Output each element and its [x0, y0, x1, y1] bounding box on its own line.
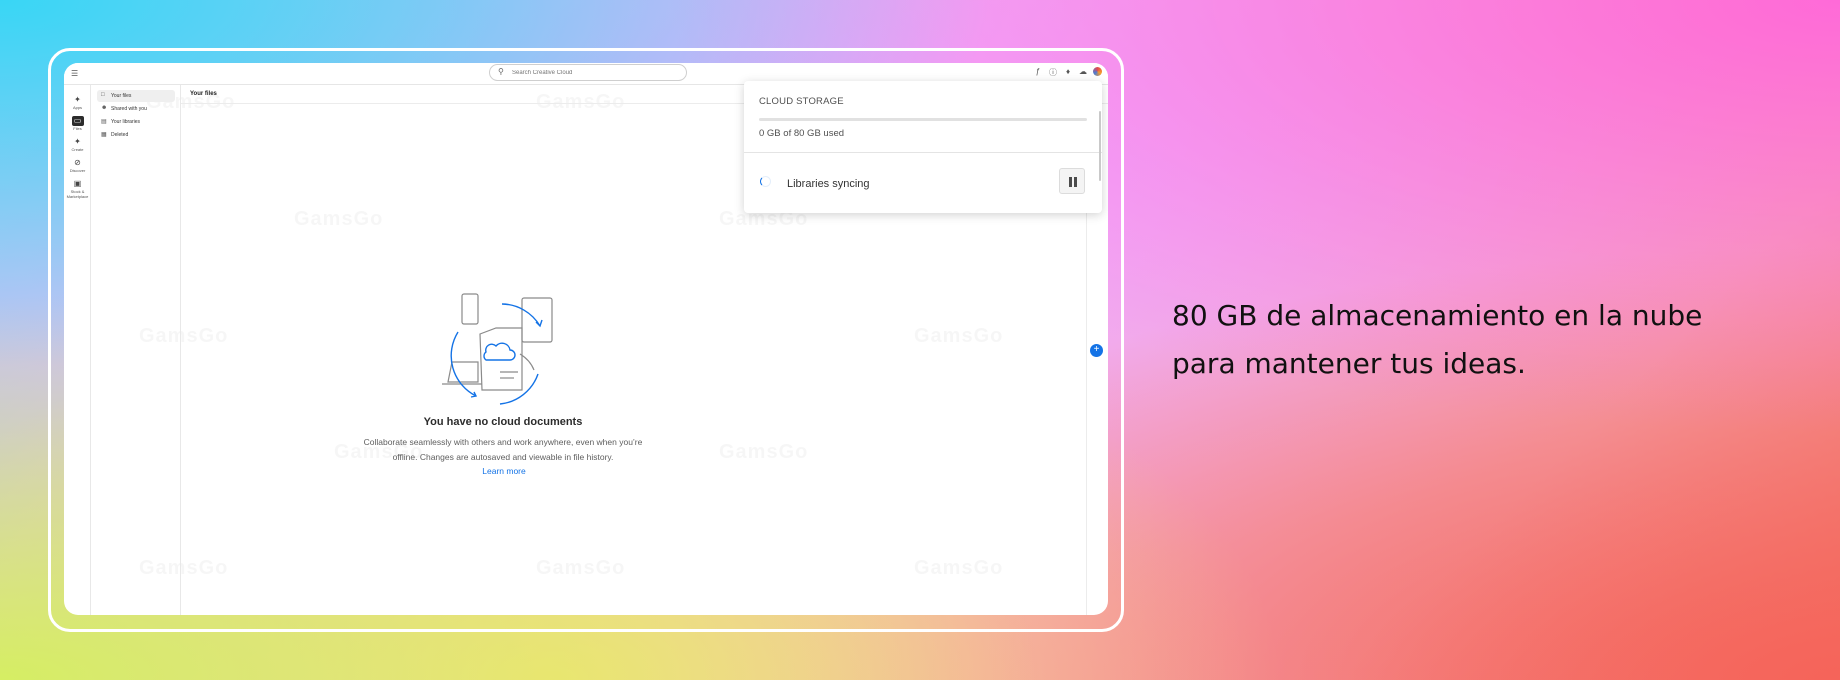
bell-icon[interactable]: ♦: [1063, 67, 1073, 78]
cloud-storage-title: CLOUD STORAGE: [759, 96, 844, 107]
stock-icon: ▣: [73, 179, 82, 188]
empty-state-description: Collaborate seamlessly with others and w…: [312, 435, 694, 465]
nav-item-deleted[interactable]: ▦ Deleted: [97, 129, 175, 141]
empty-state-title: You have no cloud documents: [423, 416, 583, 428]
search-icon: ⚲: [498, 67, 504, 76]
app-window: GamsGo GamsGo GamsGo GamsGo GamsGo GamsG…: [64, 63, 1108, 615]
cloud-sync-illustration: [442, 293, 553, 405]
avatar[interactable]: [1093, 67, 1102, 76]
search-box[interactable]: ⚲: [489, 64, 687, 81]
top-icons: ƒ ⓘ ♦ ☁: [1033, 67, 1102, 78]
nav-label: Your files: [111, 93, 132, 99]
divider: [744, 152, 1102, 153]
trash-icon: ▦: [101, 132, 107, 138]
rail-item-files[interactable]: ▭ Files: [64, 116, 91, 131]
storage-progress-bar: [759, 118, 1087, 121]
rail-item-create[interactable]: ✦ Create: [64, 137, 91, 152]
rail-label: Create: [71, 147, 84, 152]
storage-used-text: 0 GB of 80 GB used: [759, 128, 845, 139]
sync-status-text: Libraries syncing: [787, 178, 870, 190]
rail-item-stock[interactable]: ▣ Stock & Marketplace: [64, 179, 91, 199]
cloud-storage-popover: CLOUD STORAGE 0 GB of 80 GB used Librari…: [744, 81, 1102, 213]
pause-sync-button[interactable]: [1059, 168, 1085, 194]
rail-label: Files: [73, 126, 82, 131]
nav-label: Deleted: [111, 132, 129, 138]
file-icon: □: [101, 92, 105, 98]
discover-icon: ⊘: [74, 158, 81, 167]
empty-desc-line: offline. Changes are autosaved and viewa…: [392, 452, 614, 462]
menu-icon[interactable]: ☰: [71, 69, 78, 78]
people-icon: ☻: [101, 105, 108, 111]
apps-icon: ✦: [74, 95, 81, 104]
side-nav: □ Your files ☻ Shared with you ▤ Your li…: [91, 85, 181, 615]
empty-desc-line: Collaborate seamlessly with others and w…: [363, 437, 643, 447]
popover-scrollbar[interactable]: [1099, 111, 1101, 181]
nav-item-shared[interactable]: ☻ Shared with you: [97, 103, 175, 115]
font-icon[interactable]: ƒ: [1033, 67, 1043, 78]
nav-item-your-files[interactable]: □ Your files: [97, 90, 175, 102]
help-icon[interactable]: ⓘ: [1048, 67, 1058, 78]
files-icon: ▭: [71, 116, 84, 126]
rail-item-apps[interactable]: ✦ Apps: [64, 95, 91, 110]
page-title: Your files: [190, 91, 217, 97]
nav-label: Shared with you: [111, 106, 147, 112]
rail-label: Stock & Marketplace: [66, 189, 89, 199]
create-icon: ✦: [74, 137, 81, 146]
library-icon: ▤: [101, 119, 107, 125]
cloud-icon[interactable]: ☁: [1078, 67, 1088, 78]
nav-label: Your libraries: [111, 119, 140, 125]
app-rail: ✦ Apps ▭ Files ✦ Create ⊘ Discover ▣ Sto…: [64, 85, 91, 615]
search-input[interactable]: [512, 68, 672, 78]
loading-spinner-icon: [760, 176, 771, 187]
nav-item-libraries[interactable]: ▤ Your libraries: [97, 116, 175, 128]
learn-more-link[interactable]: Learn more: [464, 466, 544, 476]
rail-item-discover[interactable]: ⊘ Discover: [64, 158, 91, 173]
pause-icon: [1069, 177, 1072, 187]
add-button[interactable]: +: [1090, 344, 1103, 357]
rail-label: Apps: [72, 105, 83, 110]
pause-icon: [1074, 177, 1077, 187]
rail-label: Discover: [69, 168, 86, 173]
promo-headline: 80 GB de almacenamiento en la nube para …: [1172, 299, 1703, 380]
